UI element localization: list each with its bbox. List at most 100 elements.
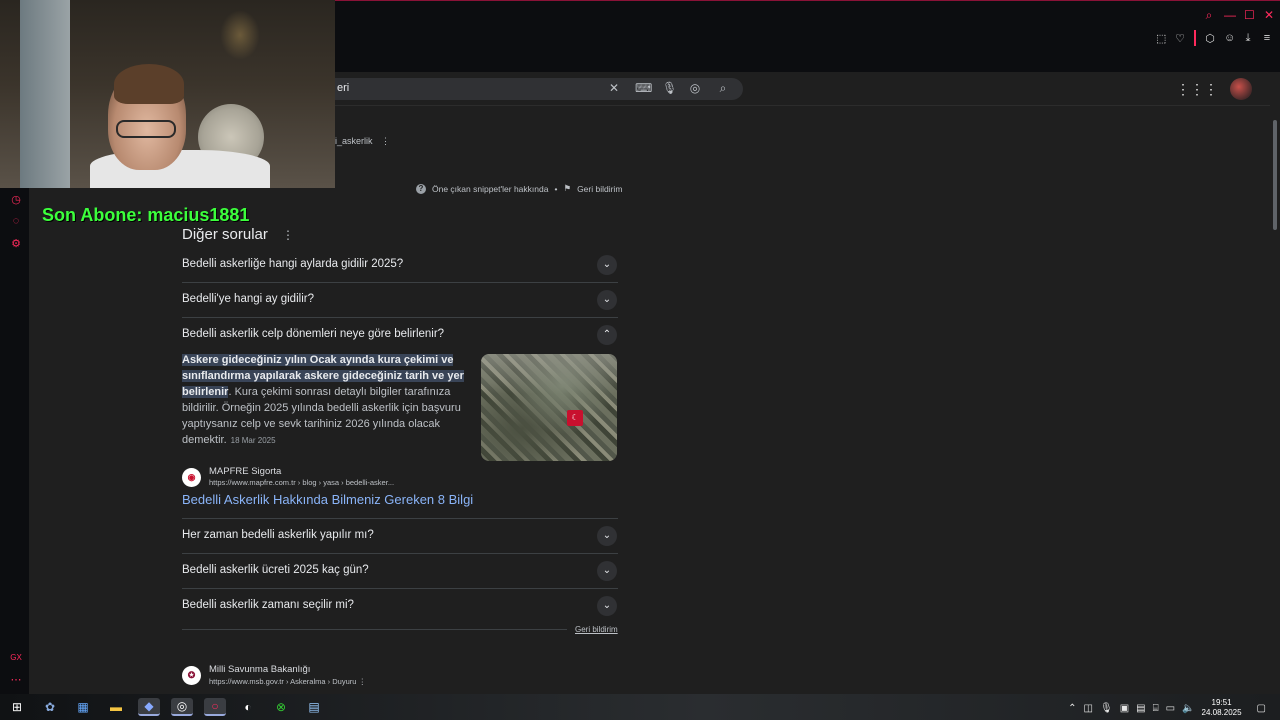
dot-separator: •	[554, 183, 558, 194]
lens-icon[interactable]: ◎	[688, 81, 702, 95]
question-label: Bedelli askerliğe hangi aylarda gidilir …	[182, 258, 404, 270]
time: 19:51	[1211, 698, 1232, 707]
app-icon[interactable]: ◆	[138, 698, 160, 716]
tray-app-icon[interactable]: ▤	[1136, 703, 1145, 714]
about-snippets-link[interactable]: Öne çıkan snippet'ler hakkında	[432, 184, 548, 194]
file-explorer-icon[interactable]: ▬	[105, 698, 127, 716]
taskbar-apps: ⊞ ✿ ▦ ▬ ◆ ◎ ○ ◐ ⊗ ▤	[6, 698, 325, 716]
question-item[interactable]: Bedelli askerlik ücreti 2025 kaç gün? ⌄	[182, 554, 618, 589]
feedback-link[interactable]: Geri bildirim	[575, 625, 618, 634]
question-item[interactable]: Bedelli askerliğe hangi aylarda gidilir …	[182, 248, 618, 283]
source-name[interactable]: i_askerlik	[335, 136, 373, 146]
apps-grid-icon[interactable]: ⋮⋮⋮	[1176, 81, 1218, 98]
gx-sidebar: ◷ ◌ ⚙ GX ⋯	[0, 188, 29, 694]
glasses	[116, 120, 176, 138]
tray-app-icon[interactable]: ◫	[1084, 703, 1093, 714]
msb-logo-icon: ✪	[182, 666, 201, 685]
windows-icon[interactable]: ⊞	[6, 698, 28, 716]
search-box[interactable]: eri ✕ ⌨ 🎙 ◎ ⌕	[335, 78, 743, 100]
chevron-up-icon[interactable]: ⌃	[1068, 703, 1076, 714]
feedback-icon: ⚑	[563, 183, 572, 193]
window-background	[20, 0, 70, 188]
extensions-icon[interactable]: ⬡	[1205, 32, 1215, 45]
snippet-meta: ? Öne çıkan snippet'ler hakkında • ⚑ Ger…	[416, 183, 622, 194]
taskbar: ⊞ ✿ ▦ ▬ ◆ ◎ ○ ◐ ⊗ ▤ ⌃ ◫ 🎙 ▣ ▤ ⌸ ▭ 🔈 19:5…	[0, 694, 1280, 720]
menu-icon[interactable]: ≡	[1262, 32, 1272, 44]
more-options-icon[interactable]: ⋮	[381, 136, 390, 146]
xbox-icon[interactable]: ⊗	[270, 698, 292, 716]
more-options-icon[interactable]: ⋮	[282, 228, 294, 242]
question-item-expanded[interactable]: Bedelli askerlik celp dönemleri neye gör…	[182, 318, 618, 353]
divider-wrap	[182, 483, 618, 519]
answer-thumbnail[interactable]: ☾	[481, 354, 617, 461]
question-label: Bedelli askerlik ücreti 2025 kaç gün?	[182, 564, 369, 576]
person-hair	[114, 64, 184, 104]
chandelier	[220, 10, 260, 60]
chevron-down-icon[interactable]: ⌄	[597, 561, 617, 581]
image-background	[481, 354, 617, 394]
notepad-icon[interactable]: ▤	[303, 698, 325, 716]
notification-icon[interactable]: ▢	[1257, 703, 1266, 714]
question-label: Bedelli askerlik celp dönemleri neye gör…	[182, 328, 445, 340]
avatar[interactable]	[1230, 78, 1252, 100]
question-item[interactable]: Bedelli'ye hangi ay gidilir? ⌄	[182, 283, 618, 318]
separator	[1194, 30, 1196, 46]
download-icon[interactable]: ⤓	[1243, 32, 1253, 45]
volume-icon[interactable]: 🔈	[1182, 703, 1194, 714]
mic-icon[interactable]: 🎙	[1100, 703, 1113, 714]
tray-app-icon[interactable]: ▣	[1120, 703, 1129, 714]
gx-logo-icon[interactable]: GX	[10, 653, 22, 665]
account-icon[interactable]: ☺	[1224, 32, 1235, 44]
son-abone-overlay: Son Abone: macius1881	[42, 205, 250, 225]
more-icon[interactable]: ⋯	[10, 673, 22, 686]
minimize-icon[interactable]: —	[1224, 8, 1236, 23]
search-results: i_askerlik ⋮ ? Öne çıkan snippet'ler hak…	[29, 106, 1270, 694]
question-label: Bedelli askerlik zamanı seçilir mi?	[182, 599, 354, 611]
more-options-icon[interactable]: ⋮	[359, 677, 367, 686]
chevron-down-icon[interactable]: ⌄	[597, 526, 617, 546]
question-item[interactable]: Bedelli askerlik zamanı seçilir mi? ⌄	[182, 589, 618, 624]
section-title-text: Diğer sorular	[182, 226, 268, 243]
clock[interactable]: 19:51 24.08.2025	[1202, 698, 1242, 718]
settings-icon[interactable]: ⚙	[10, 237, 22, 250]
heart-icon[interactable]: ♡	[1175, 32, 1185, 45]
clear-icon[interactable]: ✕	[607, 81, 621, 95]
page-scrollbar[interactable]	[1272, 106, 1278, 692]
feedback-link[interactable]: Geri bildirim	[577, 184, 622, 194]
close-icon[interactable]: ✕	[1264, 8, 1274, 23]
calculator-icon[interactable]: ▦	[72, 698, 94, 716]
search-icon[interactable]: ⌕	[716, 81, 730, 96]
scrollbar-thumb[interactable]	[1273, 120, 1277, 230]
steam-icon[interactable]: ◎	[171, 698, 193, 716]
system-tray: ⌃ ◫ 🎙 ▣ ▤ ⌸ ▭ 🔈 19:51 24.08.2025 ▢	[1068, 698, 1266, 718]
divider	[182, 629, 567, 630]
question-label: Her zaman bedelli askerlik yapılır mı?	[182, 529, 374, 541]
messenger-icon[interactable]: ◌	[10, 215, 22, 227]
maximize-icon[interactable]: ☐	[1244, 8, 1255, 23]
chevron-down-icon[interactable]: ⌄	[597, 255, 617, 275]
source-fragment: i_askerlik ⋮	[335, 136, 390, 147]
obs-icon[interactable]: ◐	[237, 698, 259, 716]
source-name: Milli Savunma Bakanlığı	[209, 664, 311, 675]
answer-date: 18 Mar 2025	[230, 436, 276, 445]
chevron-up-icon[interactable]: ⌃	[597, 325, 617, 345]
source-url: https://www.msb.gov.tr › Askeralma › Duy…	[209, 677, 366, 686]
opera-gx-icon[interactable]: ○	[204, 698, 226, 716]
mic-icon[interactable]: 🎙	[662, 81, 677, 95]
snapshot-icon[interactable]: ⬚	[1156, 32, 1166, 45]
screen: ⌕ — ☐ ✕ ⬚ ♡ ⬡ ☺ ⤓ ≡ eri ✕ ⌨ 🎙 ◎ ⌕ ⋮⋮⋮ ◷	[0, 0, 1280, 720]
network-icon[interactable]: ⌸	[1153, 703, 1159, 714]
chevron-down-icon[interactable]: ⌄	[597, 596, 617, 616]
turkish-flag-patch: ☾	[567, 410, 583, 426]
history-icon[interactable]: ◷	[10, 193, 22, 206]
search-icon[interactable]: ⌕	[1204, 8, 1214, 23]
question-label: Bedelli'ye hangi ay gidilir?	[182, 293, 314, 305]
expanded-answer: Askere gideceğiniz yılın Ocak ayında kur…	[182, 352, 467, 449]
search-query[interactable]: eri	[337, 82, 349, 94]
question-item[interactable]: Her zaman bedelli askerlik yapılır mı? ⌄	[182, 519, 618, 554]
keyboard-icon[interactable]: ⌨	[635, 81, 652, 95]
battery-icon[interactable]: ▭	[1166, 703, 1175, 714]
chevron-down-icon[interactable]: ⌄	[597, 290, 617, 310]
copilot-icon[interactable]: ✿	[39, 698, 61, 716]
other-questions-title: Diğer sorular ⋮	[182, 226, 294, 243]
